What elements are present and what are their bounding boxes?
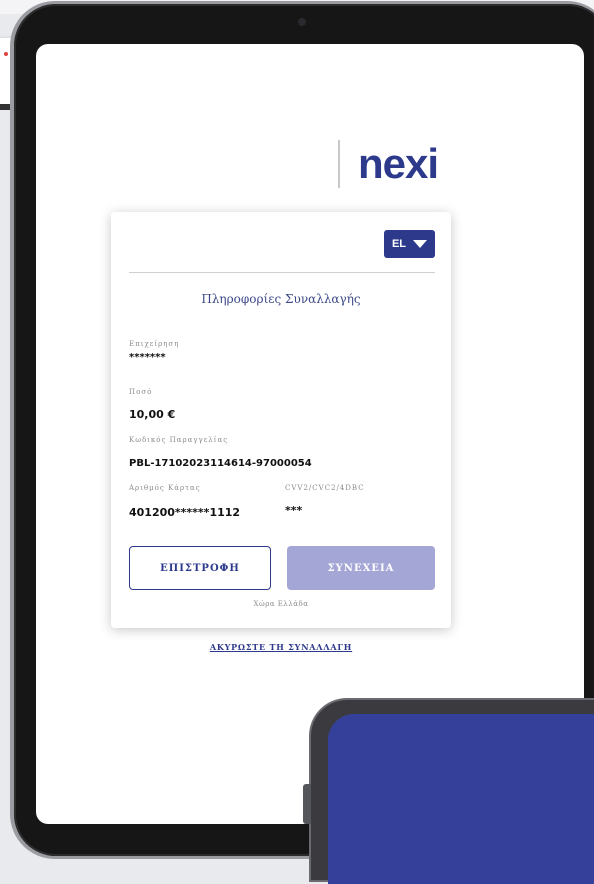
phone-device [311, 700, 594, 884]
camera-icon [298, 18, 306, 26]
cvv-label: CVV2/CVC2/4DBC [285, 484, 365, 492]
card-title: Πληροφορίες Συναλλαγής [201, 292, 361, 306]
continue-button[interactable]: ΣΥΝΕΧΕΙΑ [287, 546, 435, 590]
phone-side-button [303, 784, 311, 824]
language-value: EL [391, 238, 407, 250]
logo-divider [338, 140, 340, 188]
caret-down-icon [413, 240, 428, 248]
transaction-card: EL Πληροφορίες Συναλλαγής Επιχείρηση ***… [111, 212, 451, 628]
business-value: ******* [129, 352, 166, 363]
nexi-logo-text: nexi [358, 140, 439, 187]
country-text: Χώρα Ελλάδα [253, 600, 309, 608]
background-dot [4, 52, 8, 56]
amount-value: 10,00 € [129, 408, 176, 421]
card-number-label: Αριθμός Κάρτας [129, 484, 201, 492]
language-selector[interactable]: EL [384, 230, 435, 258]
back-button[interactable]: ΕΠΙΣΤΡΟΦΗ [129, 546, 271, 590]
cancel-transaction-link[interactable]: ΑΚΥΡΩΣΤΕ ΤΗ ΣΥΝΑΛΛΑΓΗ [36, 642, 526, 652]
phone-screen [328, 714, 594, 884]
cvv-value: *** [285, 504, 303, 517]
card-divider [129, 272, 435, 273]
card-number-value: 401200******1112 [129, 506, 241, 519]
order-code-label: Κωδικός Παραγγελίας [129, 436, 229, 444]
order-code-value: PBL-17102023114614-97000054 [129, 458, 312, 469]
amount-label: Ποσό [129, 388, 153, 396]
business-label: Επιχείρηση [129, 340, 180, 348]
